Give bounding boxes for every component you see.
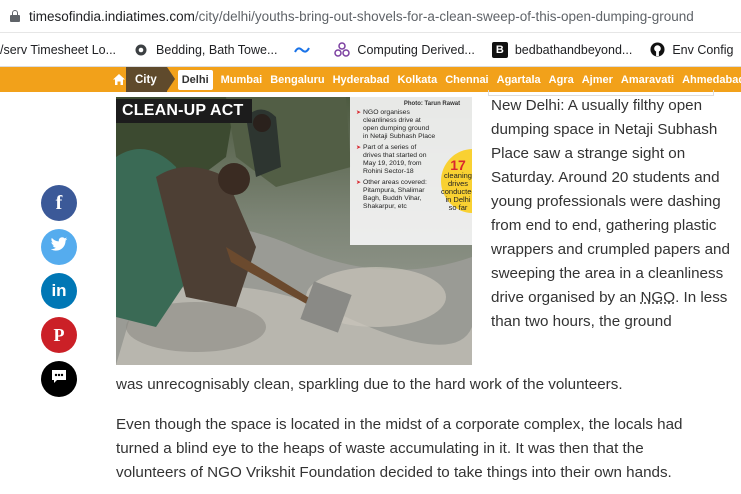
article-paragraph-1-end: was unrecognisably clean, sparkling due … — [116, 376, 623, 393]
nav-link-agra[interactable]: Agra — [549, 74, 574, 86]
nav-link-agartala[interactable]: Agartala — [497, 74, 541, 86]
section-city-label[interactable]: City — [126, 67, 175, 92]
info-bullet: NGO organises cleanliness drive at open … — [356, 109, 436, 141]
github-icon — [649, 42, 665, 58]
bookmark-bedding[interactable]: Bedding, Bath Towe... — [133, 42, 277, 58]
bookmark-env-config[interactable]: Env Config — [649, 42, 733, 58]
facebook-share-button[interactable]: f — [41, 185, 77, 221]
home-icon[interactable] — [113, 67, 125, 92]
nav-link-ahmedabad[interactable]: Ahmedabad — [682, 74, 741, 86]
comment-icon — [51, 369, 67, 389]
nav-link-amaravati[interactable]: Amaravati — [621, 74, 674, 86]
nav-link-bengaluru[interactable]: Bengaluru — [270, 74, 324, 86]
city-links: Delhi Mumbai Bengaluru Hyderabad Kolkata Chen… — [177, 67, 741, 92]
paragraph-text: New Delhi: A usually filthy open dumping… — [491, 97, 730, 306]
facebook-icon: f — [55, 191, 63, 214]
article-paragraph-1-column: New Delhi: A usually filthy open dumping… — [491, 94, 731, 334]
article-area: f in P CLEAN-UP ACT Photo: Tarun Rawat ➤… — [0, 90, 741, 494]
bookmark-label: Env Config — [672, 42, 734, 57]
b-icon: B — [491, 41, 508, 58]
url-text[interactable]: timesofindia.indiatimes.com/city/delhi/y… — [29, 9, 694, 24]
pinterest-icon: P — [53, 324, 65, 345]
stat-caption: cleaning drives conducted in Delhi so fa… — [441, 171, 472, 212]
city-nav-bar: City Delhi Mumbai Bengaluru Hyderabad Kolkat… — [0, 67, 741, 92]
article-paragraph-2: Even though the space is located in the … — [116, 416, 683, 481]
bookmark-wave[interactable] — [294, 42, 317, 58]
bookmark-label: Computing Derived... — [357, 42, 475, 57]
linkedin-icon: in — [51, 281, 67, 300]
bookmark-label: /serv Timesheet Lo... — [0, 42, 117, 57]
ngo-link[interactable]: NGO — [640, 289, 675, 306]
bookmark-label: bedbathandbeyond... — [514, 42, 633, 57]
bookmarks-bar: /serv Timesheet Lo... Bedding, Bath Towe… — [0, 33, 741, 67]
bookmark-bedbath[interactable]: B bedbathandbeyond... — [491, 41, 633, 58]
nav-link-delhi[interactable]: Delhi — [177, 69, 213, 90]
lock-icon[interactable] — [10, 10, 20, 22]
article-photo[interactable]: CLEAN-UP ACT Photo: Tarun Rawat NGO orga… — [116, 97, 472, 365]
stat-circle: 17 cleaning drives conducted in Delhi so… — [441, 149, 472, 213]
stat-number: 17 — [450, 157, 466, 173]
nav-link-hyderabad[interactable]: Hyderabad — [333, 74, 390, 86]
address-bar[interactable]: timesofindia.indiatimes.com/city/delhi/y… — [0, 0, 741, 33]
twitter-icon — [50, 237, 68, 257]
nav-link-mumbai[interactable]: Mumbai — [221, 74, 263, 86]
network-icon — [334, 41, 351, 58]
gear-icon — [133, 42, 149, 58]
nav-link-kolkata[interactable]: Kolkata — [397, 74, 437, 86]
photo-credit: Photo: Tarun Rawat — [403, 101, 461, 107]
linkedin-share-button[interactable]: in — [41, 273, 77, 309]
bookmark-timesheet[interactable]: /serv Timesheet Lo... — [0, 43, 116, 57]
twitter-share-button[interactable] — [41, 229, 77, 265]
photo-badge: CLEAN-UP ACT — [116, 99, 252, 123]
pinterest-share-button[interactable]: P — [41, 317, 77, 353]
bookmark-label: Bedding, Bath Towe... — [156, 42, 278, 57]
nav-link-chennai[interactable]: Chennai — [445, 74, 488, 86]
wave-icon — [294, 42, 311, 58]
nav-link-ajmer[interactable]: Ajmer — [582, 74, 613, 86]
comments-button[interactable] — [41, 361, 77, 397]
info-bullet: Part of a series of drives that started … — [356, 144, 436, 176]
info-bullet: Other areas covered: Pitampura, Shalimar… — [356, 179, 436, 211]
bookmark-computing[interactable]: Computing Derived... — [334, 41, 475, 58]
